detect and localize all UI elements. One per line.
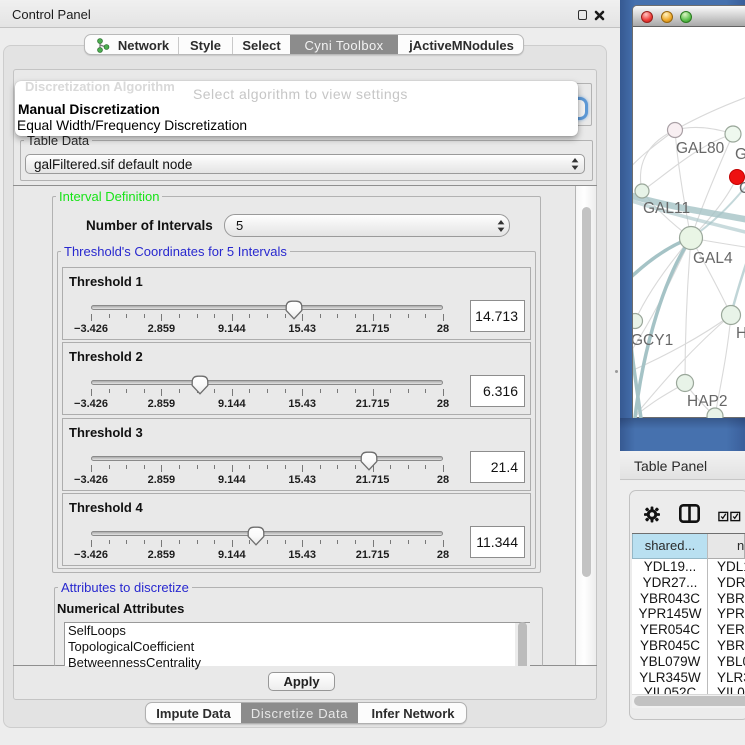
- svg-text:GAL80: GAL80: [676, 140, 725, 157]
- svg-text:G.: G.: [735, 146, 745, 163]
- svg-text:H: H: [736, 325, 745, 342]
- svg-text:GAL11: GAL11: [643, 200, 690, 217]
- svg-text:GCY1: GCY1: [633, 332, 673, 349]
- svg-text:HAP2: HAP2: [687, 393, 728, 410]
- svg-text:C: C: [739, 180, 745, 197]
- svg-text:GAL4: GAL4: [693, 250, 733, 267]
